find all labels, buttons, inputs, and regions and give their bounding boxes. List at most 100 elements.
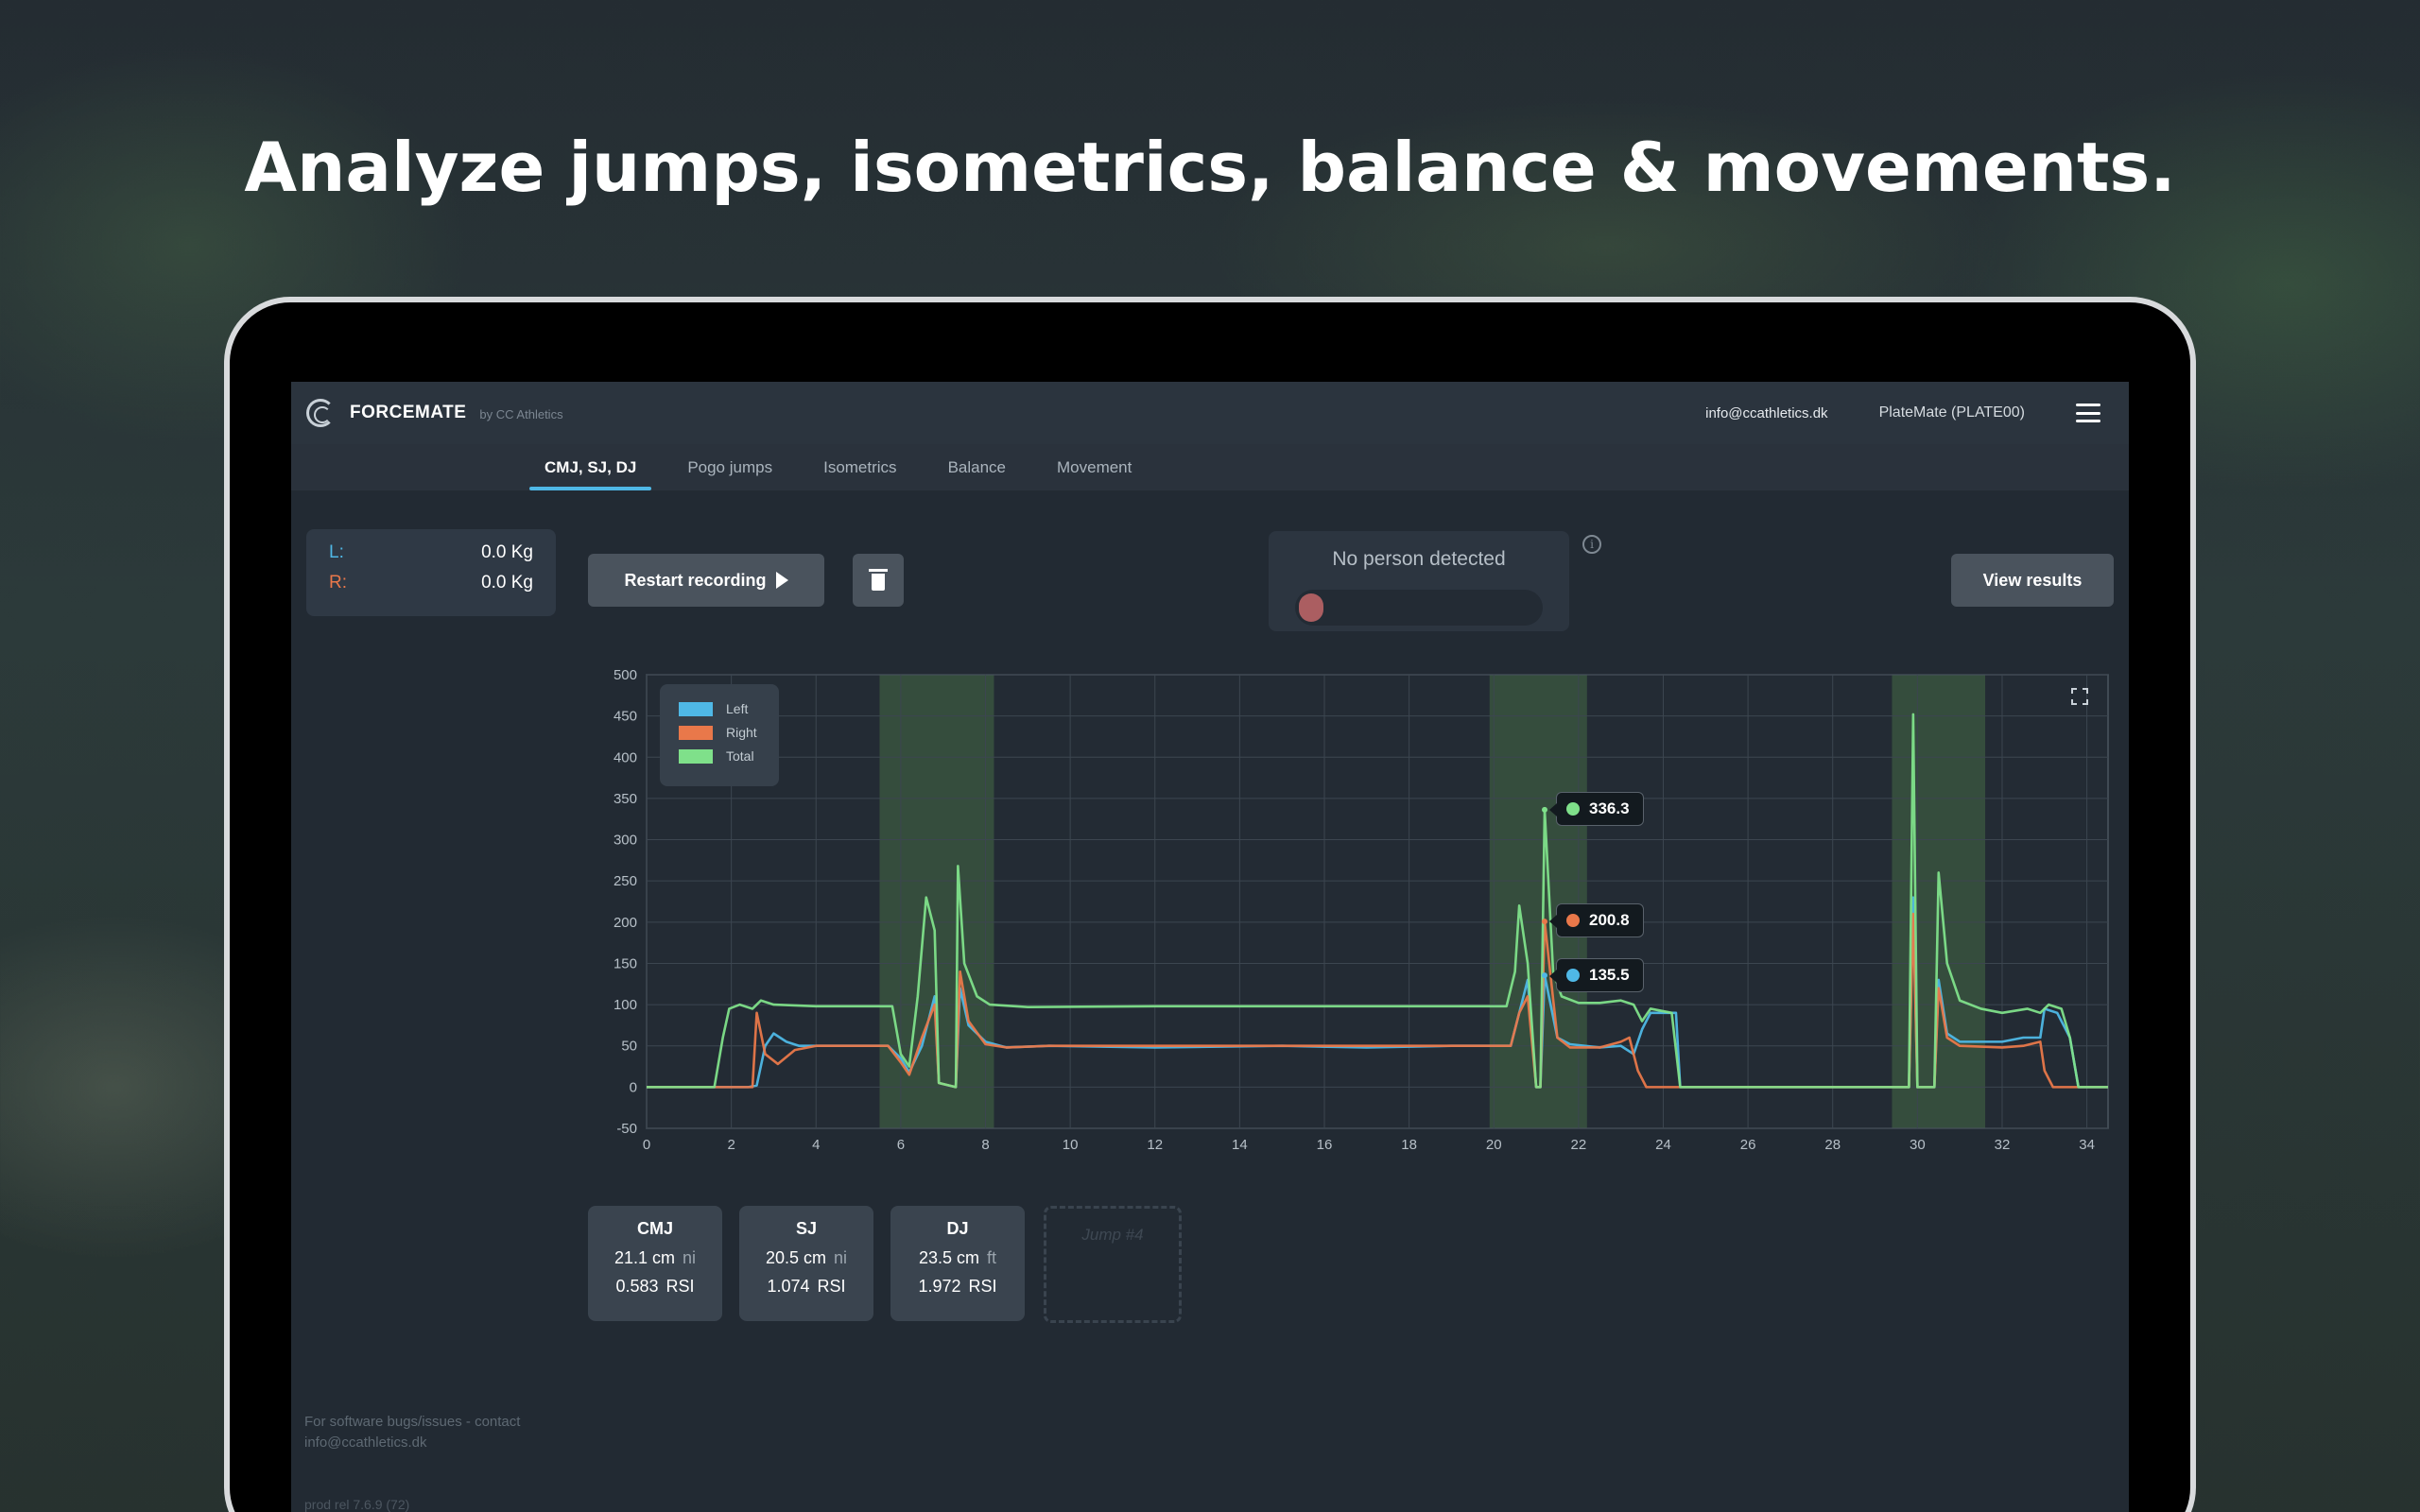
legend-item-left[interactable]: Left bbox=[679, 701, 779, 716]
x-tick-label: 22 bbox=[1571, 1137, 1587, 1153]
y-tick-label: 450 bbox=[614, 709, 637, 725]
x-tick-label: 14 bbox=[1232, 1137, 1248, 1153]
detection-status-text: No person detected bbox=[1332, 548, 1506, 570]
peak-marker-right bbox=[1542, 919, 1548, 925]
jump-highlight-band bbox=[1489, 675, 1587, 1128]
legend-label-total: Total bbox=[726, 748, 754, 764]
x-tick-label: 28 bbox=[1824, 1137, 1841, 1153]
top-bar: FORCEMATE by CC Athletics info@ccathleti… bbox=[291, 382, 2129, 444]
callout-right-value: 200.8 bbox=[1589, 911, 1630, 929]
tab-bar: CMJ, SJ, DJ Pogo jumps Isometrics Balanc… bbox=[291, 444, 2129, 491]
x-tick-label: 26 bbox=[1740, 1137, 1756, 1153]
forcemate-logo-icon bbox=[306, 399, 335, 427]
jump-rsi-unit: RSI bbox=[666, 1277, 695, 1296]
play-icon bbox=[775, 572, 788, 589]
x-tick-label: 0 bbox=[643, 1137, 650, 1153]
tab-isometrics[interactable]: Isometrics bbox=[808, 458, 911, 490]
jump-card-dj[interactable]: DJ 23.5 cm ft 1.972 RSI bbox=[890, 1206, 1025, 1321]
legend-label-right: Right bbox=[726, 725, 757, 740]
version-text: prod rel 7.6.9 (72) bbox=[304, 1497, 410, 1512]
detection-status-indicator bbox=[1299, 593, 1323, 622]
jump-card-sj[interactable]: SJ 20.5 cm ni 1.074 RSI bbox=[739, 1206, 873, 1321]
tab-cmj-sj-dj[interactable]: CMJ, SJ, DJ bbox=[529, 458, 652, 490]
support-contact-text: For software bugs/issues - contact info@… bbox=[304, 1414, 521, 1451]
right-weight: 0.0 Kg bbox=[481, 573, 533, 593]
legend-swatch-right bbox=[679, 725, 713, 740]
callout-total-dot bbox=[1566, 802, 1580, 816]
callout-right-dot bbox=[1566, 914, 1580, 927]
jump-rsi: 1.972 bbox=[918, 1277, 961, 1296]
plot-area bbox=[646, 674, 2109, 1129]
y-tick-label: 300 bbox=[614, 833, 637, 849]
jump-height-unit: ni bbox=[834, 1248, 848, 1267]
x-tick-label: 12 bbox=[1147, 1137, 1163, 1153]
jump-height-unit: ft bbox=[987, 1248, 997, 1267]
x-tick-label: 34 bbox=[2079, 1137, 2095, 1153]
x-tick-label: 2 bbox=[727, 1137, 735, 1153]
peak-marker-left bbox=[1542, 972, 1548, 979]
tab-balance[interactable]: Balance bbox=[933, 458, 1021, 490]
jump-rsi-unit: RSI bbox=[817, 1277, 846, 1296]
force-chart-svg: 0 2 4 6 8 10 12 14 16 18 20 22 24 26 28 30 32 34-50050100… bbox=[614, 667, 2109, 1153]
callout-left: 135.5 bbox=[1549, 958, 1644, 992]
legend-swatch-left bbox=[679, 701, 713, 716]
jump-height-unit: ni bbox=[683, 1248, 697, 1267]
y-tick-label: 250 bbox=[614, 873, 637, 889]
y-tick-label: 200 bbox=[614, 915, 637, 931]
y-tick-label: 400 bbox=[614, 749, 637, 765]
callout-total: 336.3 bbox=[1549, 792, 1644, 826]
left-label: L: bbox=[329, 542, 344, 562]
x-tick-label: 6 bbox=[897, 1137, 905, 1153]
detection-status-bar bbox=[1295, 590, 1543, 626]
y-tick-label: -50 bbox=[616, 1121, 637, 1137]
live-weight-card: L: 0.0 Kg R: 0.0 Kg bbox=[306, 529, 556, 616]
app-screen: FORCEMATE by CC Athletics info@ccathleti… bbox=[291, 382, 2129, 1512]
jump-rsi: 0.583 bbox=[615, 1277, 659, 1296]
delete-button[interactable] bbox=[853, 554, 904, 607]
x-tick-label: 8 bbox=[981, 1137, 989, 1153]
y-tick-label: 100 bbox=[614, 997, 637, 1013]
right-label: R: bbox=[329, 573, 347, 593]
jump-title: SJ bbox=[795, 1219, 818, 1238]
callout-left-dot bbox=[1566, 969, 1580, 982]
brand-name: FORCEMATE bbox=[350, 403, 467, 422]
x-tick-label: 20 bbox=[1486, 1137, 1502, 1153]
y-tick-label: 0 bbox=[630, 1079, 637, 1095]
legend-item-total[interactable]: Total bbox=[679, 748, 779, 764]
legend-label-left: Left bbox=[726, 701, 749, 716]
x-tick-label: 10 bbox=[1063, 1137, 1079, 1153]
x-tick-label: 4 bbox=[812, 1137, 820, 1153]
jump-card-cmj[interactable]: CMJ 21.1 cm ni 0.583 RSI bbox=[588, 1206, 722, 1321]
headline: Analyze jumps, isometrics, balance & mov… bbox=[244, 128, 2176, 207]
info-icon[interactable]: i bbox=[1582, 535, 1601, 554]
tab-movement[interactable]: Movement bbox=[1042, 458, 1147, 490]
tab-pogo-jumps[interactable]: Pogo jumps bbox=[672, 458, 787, 490]
restart-recording-label: Restart recording bbox=[624, 570, 767, 590]
y-tick-label: 500 bbox=[614, 667, 637, 683]
device-name[interactable]: PlateMate (PLATE00) bbox=[1879, 404, 2025, 421]
force-chart: 0 2 4 6 8 10 12 14 16 18 20 22 24 26 28 30 32 34 -50 0 50 100… bbox=[575, 665, 2125, 1176]
x-tick-label: 24 bbox=[1655, 1137, 1671, 1153]
detection-status-box: No person detected bbox=[1269, 531, 1569, 631]
jump-placeholder-card: Jump #4 bbox=[1044, 1206, 1182, 1323]
jump-rsi: 1.074 bbox=[767, 1277, 810, 1296]
menu-icon[interactable] bbox=[2076, 404, 2100, 422]
jump-height: 21.1 cm bbox=[614, 1248, 675, 1267]
x-tick-label: 32 bbox=[1995, 1137, 2011, 1153]
left-weight: 0.0 Kg bbox=[481, 542, 533, 562]
x-tick-label: 16 bbox=[1317, 1137, 1333, 1153]
jump-height: 23.5 cm bbox=[918, 1248, 979, 1267]
jump-height: 20.5 cm bbox=[765, 1248, 826, 1267]
y-tick-label: 50 bbox=[621, 1039, 637, 1055]
view-results-button[interactable]: View results bbox=[1951, 554, 2114, 607]
callout-total-value: 336.3 bbox=[1589, 799, 1630, 817]
peak-marker-total bbox=[1542, 806, 1548, 813]
x-tick-label: 18 bbox=[1401, 1137, 1417, 1153]
restart-recording-button[interactable]: Restart recording bbox=[588, 554, 824, 607]
jump-title: CMJ bbox=[636, 1219, 673, 1238]
legend-item-right[interactable]: Right bbox=[679, 725, 779, 740]
jump-rsi-unit: RSI bbox=[968, 1277, 997, 1296]
fullscreen-icon[interactable] bbox=[2070, 687, 2089, 706]
account-email[interactable]: info@ccathletics.dk bbox=[1705, 405, 1827, 421]
legend-swatch-total bbox=[679, 748, 713, 764]
